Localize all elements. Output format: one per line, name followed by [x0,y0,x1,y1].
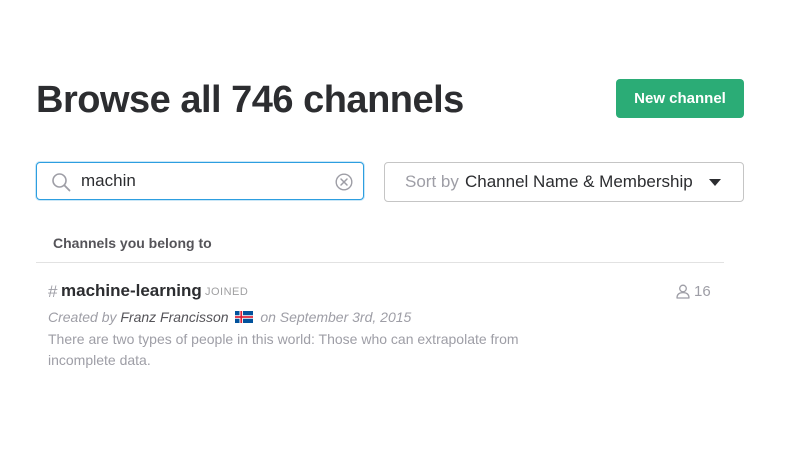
clear-icon[interactable] [335,173,353,191]
search-box[interactable] [36,162,364,200]
search-icon [52,173,71,192]
page-title: Browse all 746 channels [36,79,464,121]
channel-purpose: There are two types of people in this wo… [48,331,519,368]
iceland-flag-icon [235,311,254,323]
sort-prefix-label: Sort by [405,172,459,191]
caret-down-icon [709,179,721,186]
channel-name[interactable]: machine-learning [61,281,202,301]
created-suffix: on September 3rd, 2015 [260,309,412,325]
sort-value: Channel Name & Membership [465,172,693,191]
channel-hash: # [48,282,58,301]
channel-created-line: Created by Franz Francisson on September… [48,309,411,325]
creator-name[interactable]: Franz Francisson [120,309,228,325]
member-icon [676,284,690,299]
created-prefix: Created by [48,309,117,325]
channel-row[interactable]: # machine-learning JOINED Created by Fra… [36,272,724,372]
sort-dropdown[interactable]: Sort by Channel Name & Membership [384,162,744,202]
section-header: Channels you belong to [53,235,212,251]
browse-channels-page: Browse all 746 channels New channel Sort… [0,0,810,476]
member-count: 16 [694,283,711,300]
new-channel-button[interactable]: New channel [616,79,744,118]
joined-badge: JOINED [205,286,249,298]
search-input[interactable] [81,169,321,193]
section-divider [36,262,724,263]
